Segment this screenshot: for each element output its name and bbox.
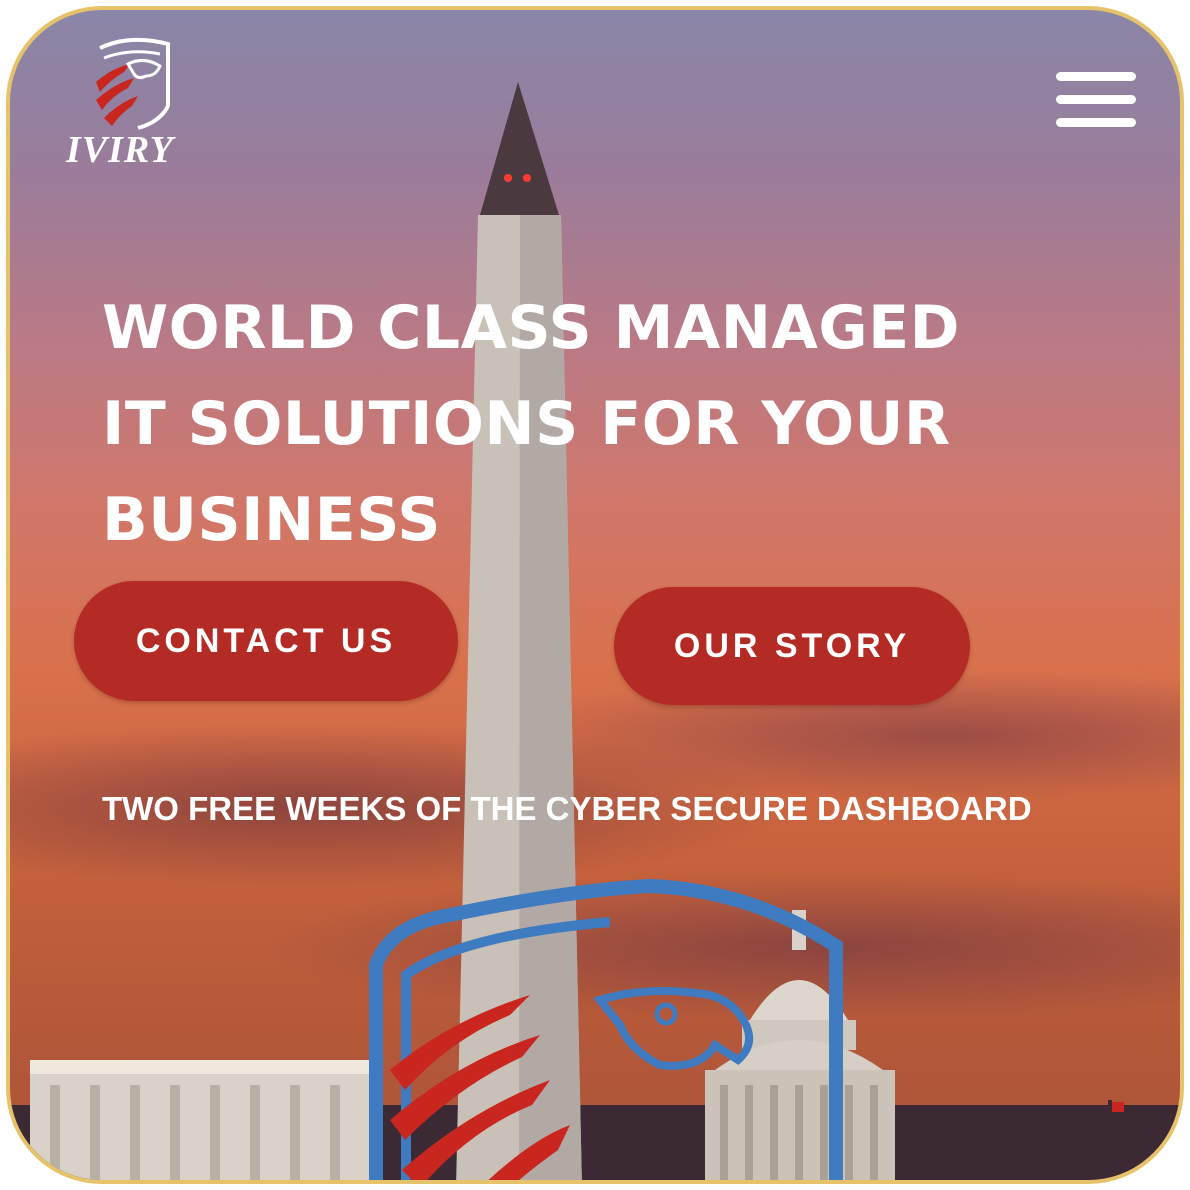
menu-bar xyxy=(1056,118,1136,127)
capitol-dome xyxy=(705,910,895,1180)
menu-bar xyxy=(1056,95,1136,104)
app-frame: IVIRY WORLD CLASS MANAGED IT SOLUTIONS F… xyxy=(6,6,1184,1184)
monument-pyramidion xyxy=(480,82,559,215)
memorial-building xyxy=(30,1060,370,1180)
brand-name: IVIRY xyxy=(66,129,174,171)
eagle-shield-icon xyxy=(96,37,170,130)
menu-bar xyxy=(1056,72,1136,81)
hero-title: WORLD CLASS MANAGED IT SOLUTIONS FOR YOU… xyxy=(102,293,960,555)
contact-us-button[interactable]: CONTACT US xyxy=(74,581,458,701)
our-story-button[interactable]: OUR STORY xyxy=(614,587,970,705)
hero-subline[interactable]: TWO FREE WEEKS OF THE CYBER SECURE DASHB… xyxy=(102,790,1032,828)
hamburger-menu-icon[interactable] xyxy=(1056,72,1136,132)
